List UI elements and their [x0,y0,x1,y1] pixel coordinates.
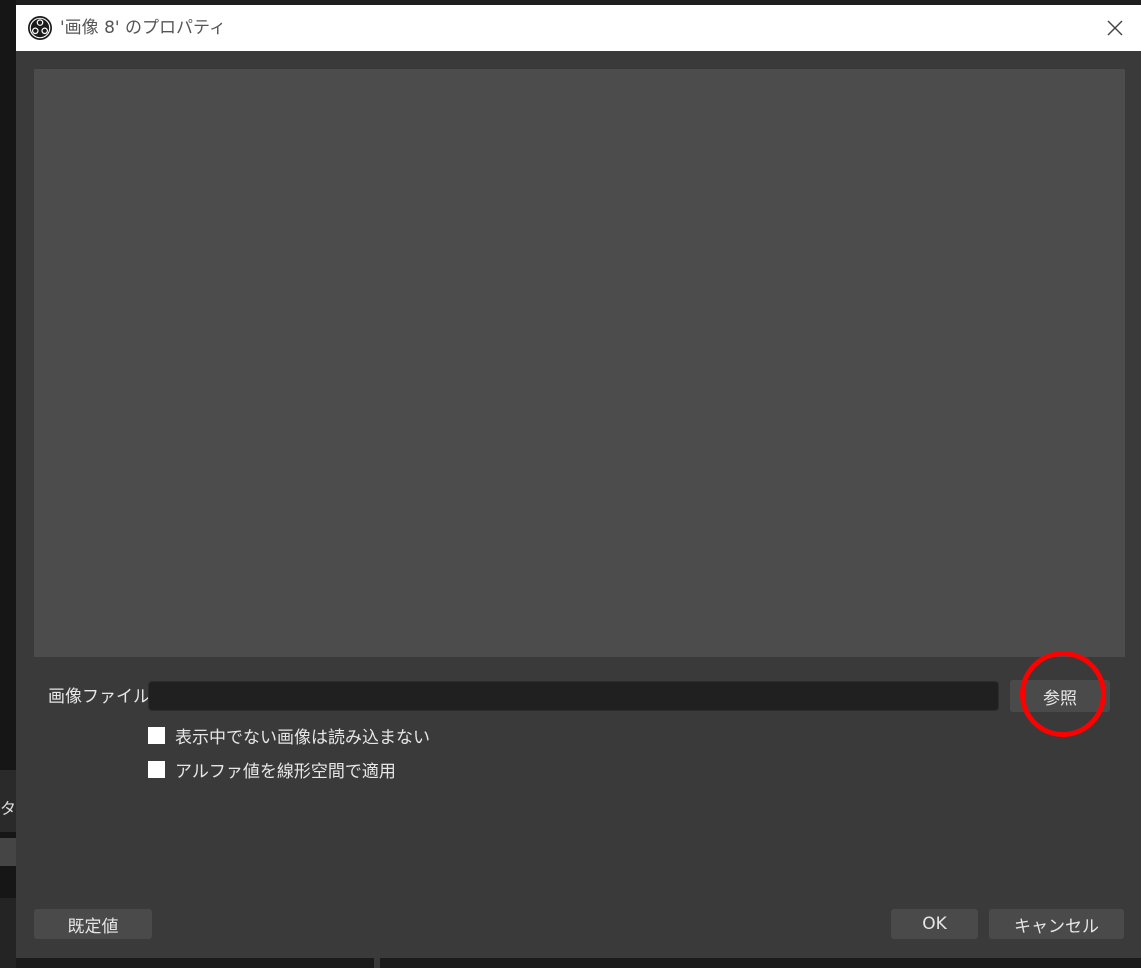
background-dock-footer [0,898,16,968]
close-icon[interactable] [1103,16,1127,40]
image-preview-area [34,69,1125,657]
background-app-bottom [16,958,1141,968]
linear-alpha-checkbox[interactable] [148,760,165,778]
cancel-button[interactable]: キャンセル [989,909,1124,939]
obs-logo-icon [28,16,52,40]
unload-hidden-checkbox-row[interactable]: 表示中でない画像は読み込まない [148,723,430,748]
background-splitter [374,958,380,968]
defaults-button[interactable]: 既定値 [34,909,152,939]
title-bar[interactable]: '画像 8' のプロパティ [16,5,1141,51]
linear-alpha-checkbox-row[interactable]: アルファ値を線形空間で適用 [148,757,396,782]
image-file-label: 画像ファイル [48,687,150,707]
image-file-input[interactable] [148,681,999,711]
ok-button[interactable]: OK [891,909,978,939]
background-dock-row [0,838,16,866]
properties-dialog: '画像 8' のプロパティ 画像ファイル 参照 表示中でない画像は読み込まない … [16,5,1141,958]
dialog-title: '画像 8' のプロパティ [60,18,226,38]
unload-hidden-label: 表示中でない画像は読み込まない [175,727,430,748]
browse-button[interactable]: 参照 [1010,680,1110,712]
unload-hidden-checkbox[interactable] [148,726,165,744]
linear-alpha-label: アルファ値を線形空間で適用 [175,761,396,782]
background-dock-tab-label: タ [0,799,16,818]
